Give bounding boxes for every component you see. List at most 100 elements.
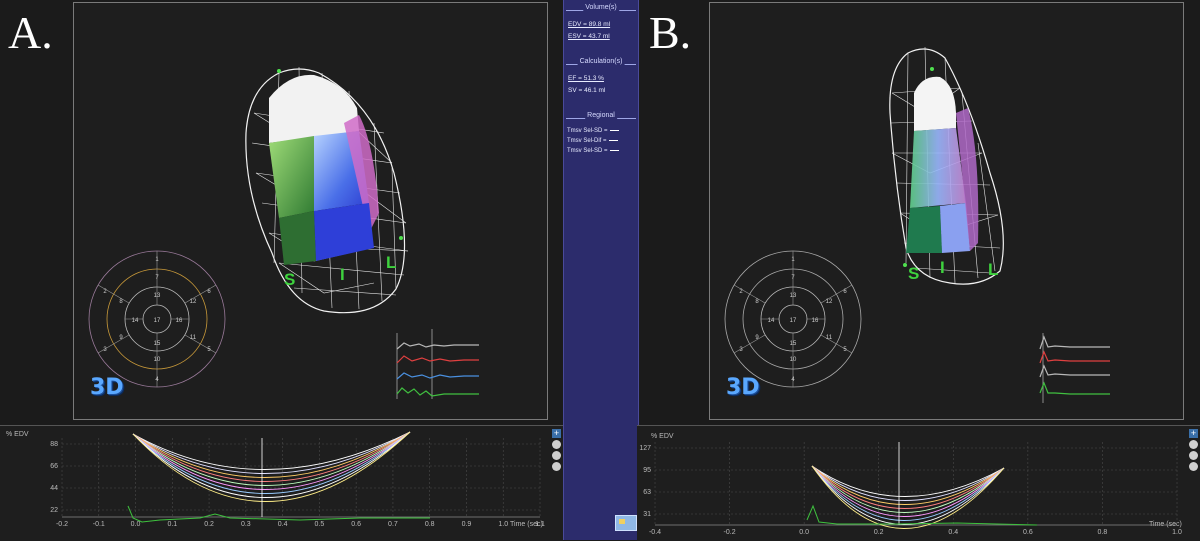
svg-text:11: 11	[190, 335, 197, 341]
volume-curve-panel[interactable]: % EDV Time (sec) 88 66 44 22 -0.2 -0.1 0.0 0.1 0…	[0, 425, 563, 541]
svg-text:14: 14	[768, 318, 775, 324]
x-tick-label: 0.6	[1023, 529, 1033, 536]
y-tick-label: 66	[50, 463, 58, 470]
panel-a: A. S I L 1 7 2 6 8 13 12 3 9 14 17 16 11…	[0, 0, 563, 541]
3d-viewport[interactable]: S I L 1 7 2 6 8 13 12 3 9 14 17 16 11 5 …	[73, 2, 548, 420]
label-s: S	[908, 264, 919, 283]
control-dot-2[interactable]	[552, 451, 561, 460]
basal-inferior-segment	[940, 203, 970, 253]
x-tick-label: -0.4	[649, 529, 661, 536]
apex-surface	[914, 76, 956, 131]
volume-curve	[132, 431, 411, 502]
apex-marker	[277, 69, 281, 73]
x-tick-label: 0.2	[204, 521, 214, 528]
svg-text:6: 6	[207, 289, 211, 295]
svg-text:15: 15	[154, 341, 161, 347]
x-tick-label: 0.5	[315, 521, 325, 528]
svg-text:7: 7	[155, 275, 159, 281]
esv-value[interactable]: ESV = 43.7 ml	[568, 33, 638, 40]
apex-marker	[930, 67, 934, 71]
x-tick-label: 0.7	[388, 521, 398, 528]
regional-row: Tmsv Sel-SD =	[567, 128, 638, 134]
x-tick-label: 0.3	[241, 521, 251, 528]
x-tick-label: 0.0	[799, 529, 809, 536]
green-trace	[127, 505, 430, 523]
regional-section-header: Regional	[564, 112, 638, 124]
svg-text:14: 14	[132, 318, 139, 324]
x-tick-label: -0.2	[724, 529, 736, 536]
x-tick-label: 1.0	[1172, 529, 1182, 536]
svg-text:9: 9	[755, 335, 759, 341]
results-panel: Volume(s) EDV = 89.8 ml ESV = 43.7 ml Ca…	[563, 0, 639, 540]
label-s: S	[284, 270, 295, 289]
x-tick-label: 1.1	[535, 521, 545, 528]
volume-curve-plot[interactable]: % EDV Time (sec) 88664422-0.2 -0.1 0.0 0.1 0…	[0, 426, 563, 541]
svg-text:12: 12	[190, 299, 197, 305]
panel-b: B. S I L 1 7 2 6 8 13 12 3 9 14 17 16 11…	[637, 0, 1200, 541]
ef-value[interactable]: EF = 51.3 %	[568, 75, 638, 82]
edv-value[interactable]: EDV = 89.8 ml	[568, 21, 638, 28]
x-tick-label: 0.8	[425, 521, 435, 528]
volume-curve	[132, 431, 411, 482]
expand-button[interactable]: +	[552, 429, 561, 438]
control-dot-3[interactable]	[1189, 462, 1198, 471]
label-l: L	[386, 253, 396, 272]
y-tick-label: 63	[643, 489, 651, 496]
expand-button[interactable]: +	[1189, 429, 1198, 438]
volume-curve	[811, 465, 1005, 505]
3d-badge: 3D	[90, 375, 124, 400]
x-tick-label: 0.4	[278, 521, 288, 528]
x-tick-label: -0.2	[56, 521, 68, 528]
curve-controls: +	[552, 429, 562, 473]
calc-section-header: Calculation(s)	[564, 58, 638, 70]
bullseye-labels: 1 7 2 6 8 13 12 3 9 14 17 16 11 5 15 10	[739, 257, 847, 383]
x-tick-label: 0.6	[351, 521, 361, 528]
volume-curve-plot[interactable]: % EDV Time (sec) 127956331-0.4 -0.2 0.0 0.2…	[637, 426, 1200, 541]
base-marker	[399, 236, 403, 240]
svg-text:8: 8	[755, 299, 759, 305]
volume-curve	[132, 431, 411, 494]
regional-row: Tmsv Sel-SD =	[567, 148, 638, 154]
base-marker	[903, 263, 907, 267]
bullseye-plot[interactable]: 1 7 2 6 8 13 12 3 9 14 17 16 11 5 15 10	[88, 250, 226, 388]
svg-text:1: 1	[791, 257, 795, 263]
panel-letter: A.	[8, 7, 53, 58]
y-tick-label: 22	[50, 507, 58, 514]
control-dot-1[interactable]	[552, 440, 561, 449]
mini-traces	[1039, 333, 1110, 403]
control-dot-3[interactable]	[552, 462, 561, 471]
x-tick-label: 0.1	[167, 521, 177, 528]
y-axis-title: % EDV	[651, 433, 674, 440]
control-dot-1[interactable]	[1189, 440, 1198, 449]
svg-text:7: 7	[791, 275, 795, 281]
y-tick-label: 95	[643, 467, 651, 474]
regional-row: Tmsv Sel-Dif =	[567, 138, 638, 144]
x-tick-label: 0.0	[131, 521, 141, 528]
label-i: I	[340, 265, 345, 284]
ventricle-render[interactable]: S I L 1 7 2 6 8 13 12 3 9 14 17 16 11 5 …	[710, 3, 1183, 419]
svg-text:4: 4	[791, 377, 795, 383]
thumbnail-icon[interactable]	[615, 515, 637, 531]
label-i: I	[940, 258, 945, 277]
curve-controls: +	[1189, 429, 1199, 473]
svg-text:12: 12	[826, 299, 833, 305]
y-tick-label: 31	[643, 511, 651, 518]
svg-text:15: 15	[790, 341, 797, 347]
volume-curve	[132, 431, 411, 498]
basal-septal-segment	[906, 206, 942, 253]
y-tick-label: 127	[639, 445, 651, 452]
svg-text:17: 17	[154, 318, 161, 324]
svg-text:4: 4	[155, 377, 159, 383]
x-tick-label: 0.2	[874, 529, 884, 536]
control-dot-2[interactable]	[1189, 451, 1198, 460]
basal-septal-segment	[279, 211, 316, 265]
svg-text:8: 8	[119, 299, 123, 305]
volume-curve-panel[interactable]: % EDV Time (sec) 127 95 63 31 -0.4 -0.2 0.0 0.2…	[637, 425, 1200, 541]
sv-value: SV = 46.1 ml	[568, 87, 606, 94]
bullseye-plot[interactable]: 1 7 2 6 8 13 12 3 9 14 17 16 11 5 15 10	[724, 250, 862, 388]
svg-text:10: 10	[790, 357, 797, 363]
ventricle-render[interactable]: S I L 1 7 2 6 8 13 12 3 9 14 17 16 11 5 …	[74, 3, 547, 419]
3d-viewport[interactable]: S I L 1 7 2 6 8 13 12 3 9 14 17 16 11 5 …	[709, 2, 1184, 420]
svg-text:16: 16	[176, 318, 183, 324]
svg-text:13: 13	[790, 293, 797, 299]
